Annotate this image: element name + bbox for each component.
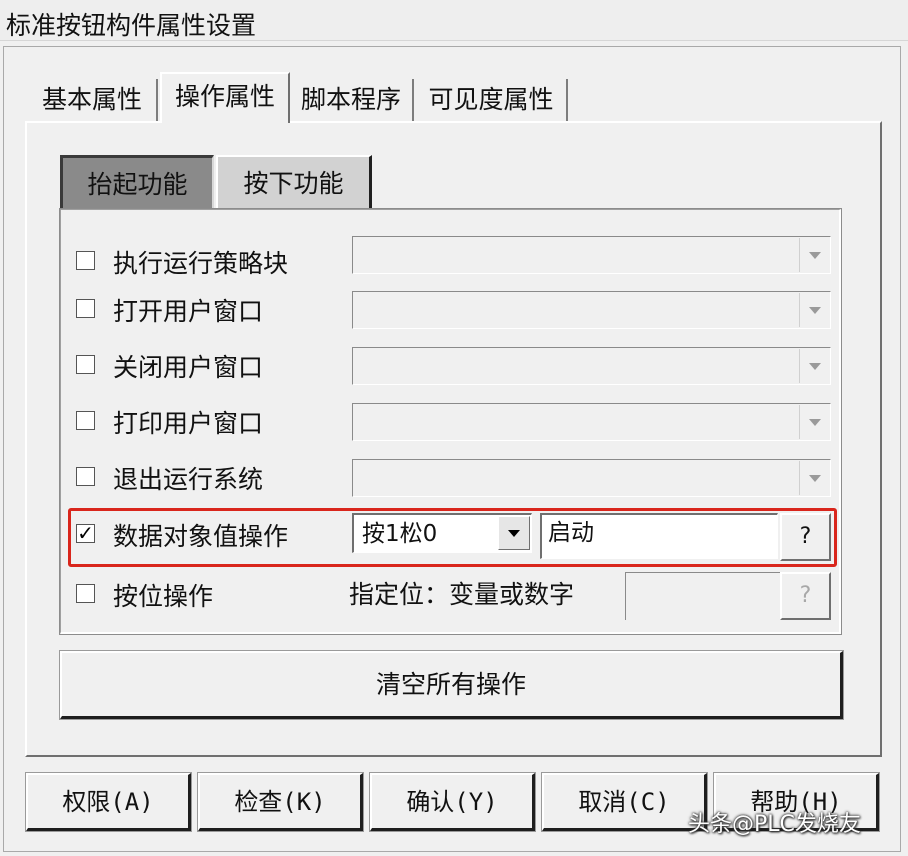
open-window-dropdown-button[interactable]: [799, 293, 829, 327]
exit-system-select[interactable]: [352, 459, 831, 497]
close-window-select[interactable]: [352, 347, 831, 385]
chevron-down-icon: [809, 419, 821, 426]
chevron-down-icon: [809, 475, 821, 482]
cancel-button[interactable]: 取消(C): [541, 772, 708, 832]
data-op-mode-select[interactable]: 按1松0: [352, 513, 532, 553]
bit-op-label: 按位操作: [113, 582, 214, 611]
data-op-mode-dropdown-button[interactable]: [498, 516, 530, 550]
title-bar[interactable]: 标准按钮构件属性设置: [0, 0, 908, 41]
open-window-checkbox[interactable]: [76, 299, 95, 318]
exit-system-label: 退出运行系统: [113, 465, 264, 494]
bit-op-help-button[interactable]: ?: [780, 572, 831, 620]
data-op-help-button[interactable]: ?: [780, 513, 831, 561]
open-window-select[interactable]: [352, 291, 831, 329]
watermark: 头条@PLC发烧友: [688, 806, 861, 838]
tab-script-program[interactable]: 脚本程序: [290, 79, 414, 121]
exit-system-checkbox[interactable]: [76, 467, 95, 486]
clear-all-operations-button[interactable]: 清空所有操作: [59, 650, 844, 720]
close-window-checkbox[interactable]: [76, 355, 95, 374]
checkmark-icon: ✓: [77, 521, 94, 545]
chevron-down-icon: [809, 252, 821, 259]
run-strategy-label: 执行运行策略块: [113, 249, 289, 278]
run-strategy-dropdown-button[interactable]: [799, 238, 829, 272]
print-window-label: 打印用户窗口: [113, 409, 264, 438]
tab-operation-properties[interactable]: 操作属性: [160, 72, 290, 123]
bit-op-field[interactable]: [625, 572, 781, 620]
data-op-variable-value: 启动: [548, 520, 594, 546]
permission-button[interactable]: 权限(A): [25, 772, 192, 832]
print-window-checkbox[interactable]: [76, 411, 95, 430]
data-object-op-label: 数据对象值操作: [113, 522, 289, 551]
data-op-variable-field[interactable]: 启动: [540, 513, 778, 559]
check-button[interactable]: 检查(K): [197, 772, 364, 832]
subtab-press-function[interactable]: 按下功能: [216, 155, 372, 209]
open-window-label: 打开用户窗口: [113, 297, 264, 326]
exit-system-dropdown-button[interactable]: [799, 461, 829, 495]
chevron-down-icon: [809, 363, 821, 370]
subtab-release-function[interactable]: 抬起功能: [60, 155, 214, 209]
bit-op-checkbox[interactable]: [76, 584, 95, 603]
data-object-op-checkbox[interactable]: ✓: [76, 521, 95, 545]
print-window-dropdown-button[interactable]: [799, 405, 829, 439]
tab-basic-properties[interactable]: 基本属性: [28, 79, 158, 121]
print-window-select[interactable]: [352, 403, 831, 441]
close-window-dropdown-button[interactable]: [799, 349, 829, 383]
confirm-button[interactable]: 确认(Y): [369, 772, 536, 832]
close-window-label: 关闭用户窗口: [113, 353, 264, 382]
run-strategy-select[interactable]: [352, 236, 831, 274]
tab-visibility-properties[interactable]: 可见度属性: [416, 79, 568, 121]
chevron-down-icon: [508, 530, 520, 537]
window-title: 标准按钮构件属性设置: [6, 11, 257, 40]
chevron-down-icon: [809, 307, 821, 314]
watermark-text: 头条@PLC发烧友: [688, 812, 861, 837]
bit-op-hint: 指定位：变量或数字: [349, 580, 575, 609]
properties-dialog: 标准按钮构件属性设置 基本属性 操作属性 脚本程序 可见度属性 抬起功能 按下功…: [0, 0, 908, 856]
data-op-mode-value: 按1松0: [362, 521, 438, 547]
run-strategy-checkbox[interactable]: [76, 251, 95, 270]
